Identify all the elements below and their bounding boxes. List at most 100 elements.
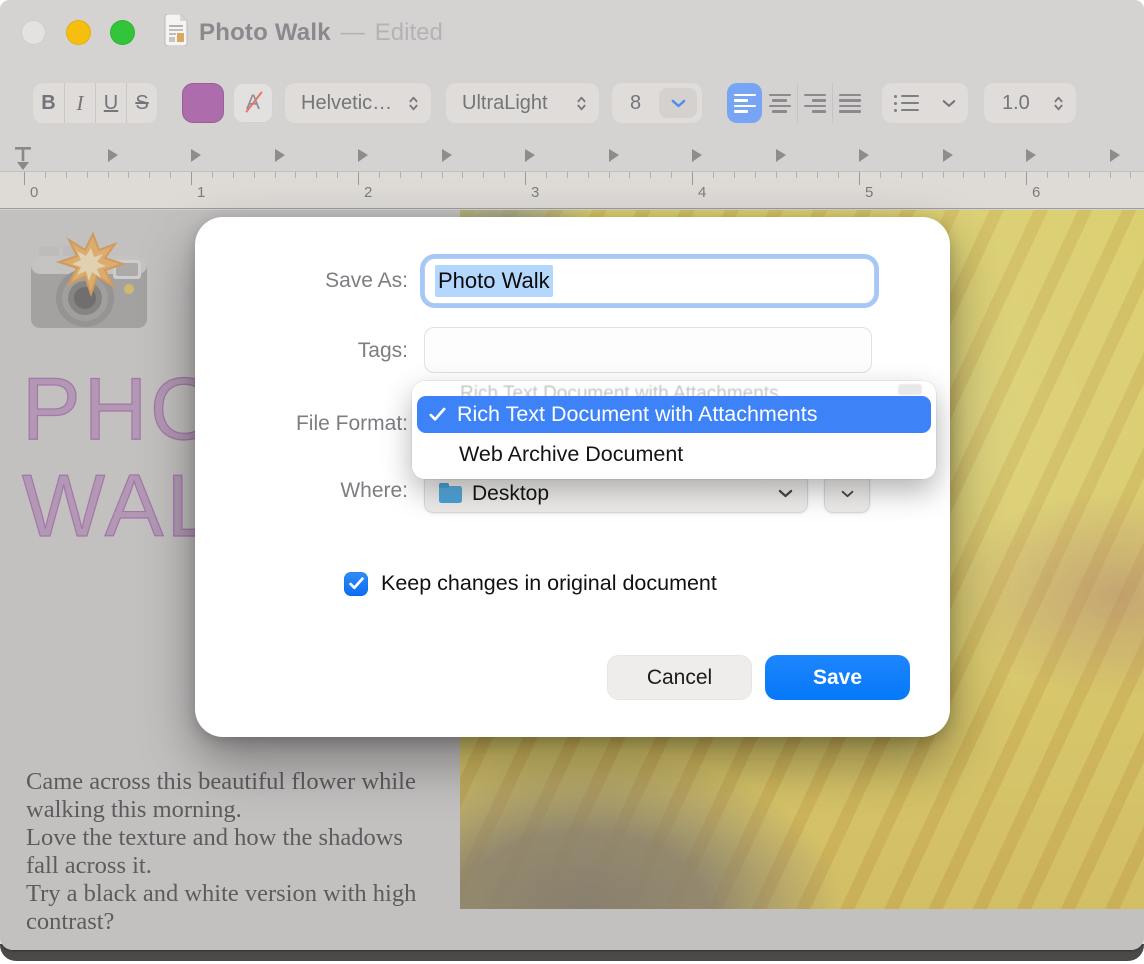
where-value: Desktop xyxy=(472,482,768,506)
ruler-inch-label: 0 xyxy=(30,184,38,201)
align-center-button[interactable] xyxy=(762,83,797,123)
bold-button[interactable]: B xyxy=(33,83,64,123)
ruler-minor-tick xyxy=(462,172,463,178)
ruler-minor-tick xyxy=(713,172,714,178)
no-highlight-button[interactable]: A xyxy=(233,83,273,123)
document-proxy-icon xyxy=(163,14,189,51)
ruler-minor-tick xyxy=(880,172,881,178)
ruler-inch-label: 5 xyxy=(865,184,873,201)
tab-stop-marker[interactable] xyxy=(609,149,619,162)
ruler-minor-tick xyxy=(233,172,234,178)
text-color-well[interactable] xyxy=(182,83,224,123)
ruler-minor-tick xyxy=(1068,172,1069,178)
menu-item-rich-text[interactable]: Rich Text Document with Attachments xyxy=(417,396,931,433)
ruler-minor-tick xyxy=(838,172,839,178)
ruler-minor-tick xyxy=(400,172,401,178)
ruler-major-tick xyxy=(358,172,359,185)
ruler-minor-tick xyxy=(421,172,422,178)
italic-button[interactable]: I xyxy=(64,83,95,123)
ruler-inch-label: 4 xyxy=(698,184,706,201)
font-weight-select[interactable]: UltraLight xyxy=(446,83,599,123)
ruler-minor-tick xyxy=(567,172,568,178)
ruler-minor-tick xyxy=(922,172,923,178)
popup-button-ghost: Rich Text Document with Attachments xyxy=(412,381,936,396)
line-spacing-stepper[interactable]: 1.0 xyxy=(984,83,1076,123)
save-as-input[interactable]: Photo Walk xyxy=(424,258,875,304)
ruler-minor-tick xyxy=(776,172,777,178)
align-right-button[interactable] xyxy=(797,83,832,123)
format-toolbar: B I U S A Helvetic… UltraLight 8 xyxy=(0,64,1144,140)
tab-stop-marker[interactable] xyxy=(191,149,201,162)
ruler-minor-tick xyxy=(1130,172,1131,178)
ruler-minor-tick xyxy=(170,172,171,178)
expand-browser-button[interactable] xyxy=(824,474,870,513)
keep-changes-checkbox[interactable] xyxy=(344,572,368,596)
ruler-marks: 0123456 xyxy=(0,140,1144,208)
close-button[interactable] xyxy=(21,20,46,45)
tab-stop-marker[interactable] xyxy=(776,149,786,162)
chevron-down-icon xyxy=(671,99,686,108)
ruler-minor-tick xyxy=(66,172,67,178)
tab-stop-marker[interactable] xyxy=(859,149,869,162)
tags-input[interactable] xyxy=(424,327,872,373)
ruler-minor-tick xyxy=(629,172,630,178)
ruler-minor-tick xyxy=(901,172,902,178)
tab-stop-marker[interactable] xyxy=(525,149,535,162)
strikethrough-button[interactable]: S xyxy=(126,83,157,123)
list-style-select[interactable] xyxy=(882,83,968,123)
where-select[interactable]: Desktop xyxy=(424,474,808,513)
tab-stop-marker[interactable] xyxy=(692,149,702,162)
ruler-minor-tick xyxy=(1089,172,1090,178)
align-right-icon xyxy=(804,94,826,113)
tab-stop-marker[interactable] xyxy=(1110,149,1120,162)
ruler-minor-tick xyxy=(984,172,985,178)
slashed-a-icon: A xyxy=(246,91,260,115)
where-label: Where: xyxy=(195,479,408,503)
ruler-minor-tick xyxy=(1047,172,1048,178)
ruler-major-tick xyxy=(692,172,693,185)
tab-stop-marker[interactable] xyxy=(442,149,452,162)
ruler-major-tick xyxy=(859,172,860,185)
ruler-inch-label: 1 xyxy=(197,184,205,201)
tab-stop-marker[interactable] xyxy=(275,149,285,162)
align-justify-button[interactable] xyxy=(832,83,867,123)
ruler-minor-tick xyxy=(504,172,505,178)
menu-item-web-archive[interactable]: Web Archive Document xyxy=(412,433,936,471)
align-left-button[interactable] xyxy=(727,83,762,123)
ruler-minor-tick xyxy=(650,172,651,178)
menu-item-label: Web Archive Document xyxy=(459,442,683,467)
ruler-minor-tick xyxy=(254,172,255,178)
tab-stop-marker[interactable] xyxy=(358,149,368,162)
underline-button[interactable]: U xyxy=(95,83,126,123)
ruler-major-tick xyxy=(525,172,526,185)
ruler-minor-tick xyxy=(1110,172,1111,178)
window-title: Photo Walk xyxy=(199,19,331,47)
fullscreen-button[interactable] xyxy=(110,20,135,45)
ruler-minor-tick xyxy=(817,172,818,178)
save-button[interactable]: Save xyxy=(765,655,910,700)
tab-stop-marker[interactable] xyxy=(943,149,953,162)
cancel-button[interactable]: Cancel xyxy=(607,655,752,700)
tab-stop-marker[interactable] xyxy=(108,149,118,162)
font-family-select[interactable]: Helvetic… xyxy=(285,83,431,123)
ruler[interactable]: 0123456 xyxy=(0,140,1144,209)
ruler-minor-tick xyxy=(546,172,547,178)
ruler-minor-tick xyxy=(943,172,944,178)
save-as-label: Save As: xyxy=(195,269,408,293)
font-size-select[interactable]: 8 xyxy=(612,83,702,123)
ruler-minor-tick xyxy=(108,172,109,178)
camera-clipart xyxy=(25,222,153,345)
minimize-button[interactable] xyxy=(66,20,91,45)
ruler-minor-tick xyxy=(275,172,276,178)
up-down-chevron-icon xyxy=(576,95,587,112)
tab-stop-marker[interactable] xyxy=(1026,149,1036,162)
text-style-group: B I U S xyxy=(33,83,157,123)
ruler-minor-tick xyxy=(87,172,88,178)
file-format-label: File Format: xyxy=(195,412,408,436)
ruler-minor-tick xyxy=(963,172,964,178)
ruler-minor-tick xyxy=(45,172,46,178)
folder-icon xyxy=(439,486,462,503)
document-notes: Came across this beautiful flower while … xyxy=(26,768,440,936)
checkmark-icon xyxy=(349,577,364,590)
font-size-dropdown-button[interactable] xyxy=(659,88,697,118)
